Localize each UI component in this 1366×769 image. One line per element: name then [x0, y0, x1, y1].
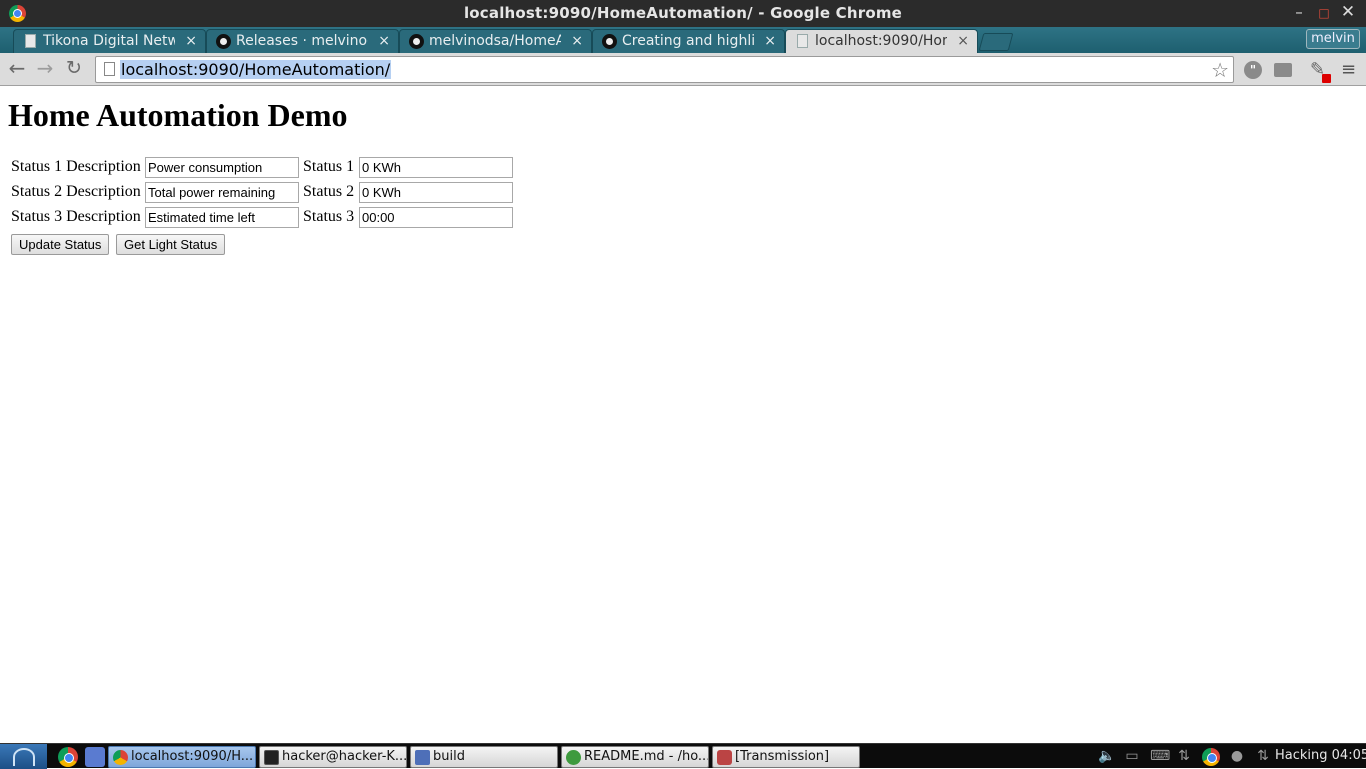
taskbar-item-label: build	[433, 749, 465, 764]
back-button[interactable]: ←	[6, 57, 28, 79]
tab-close-icon[interactable]: ×	[185, 30, 197, 52]
github-icon	[602, 34, 617, 49]
pen-extension-icon[interactable]: ✎	[1310, 61, 1331, 83]
taskbar-item-label: README.md - /ho...	[584, 749, 709, 764]
status-value-input[interactable]	[359, 182, 513, 203]
taskbar-item-label: [Transmission]	[735, 749, 830, 764]
tab-close-icon[interactable]: ×	[764, 30, 776, 52]
profile-button[interactable]: melvin	[1306, 29, 1360, 49]
status-description-input[interactable]	[145, 157, 299, 178]
close-window-button[interactable]: ✕	[1338, 2, 1358, 22]
chrome-tray-icon[interactable]	[1202, 748, 1220, 766]
tab-close-icon[interactable]: ×	[957, 30, 969, 52]
tab-label: Creating and highlig	[622, 33, 754, 49]
github-icon	[216, 34, 231, 49]
quote-extension-icon[interactable]: "	[1244, 61, 1262, 79]
tab-localhost[interactable]: localhost:9090/Hom ×	[785, 29, 978, 53]
status-label: Status 3	[303, 208, 355, 225]
taskbar: localhost:9090/H... hacker@hacker-K... b…	[0, 743, 1366, 769]
tab-label: melvinodsa/HomeAu	[429, 33, 561, 49]
window-title-bar: localhost:9090/HomeAutomation/ - Google …	[0, 0, 1366, 27]
taskbar-item-label: localhost:9090/H...	[131, 749, 254, 764]
taskbar-item-transmission[interactable]: [Transmission]	[712, 746, 860, 768]
tab-label: Tikona Digital Netwo	[43, 33, 175, 49]
editor-icon	[566, 750, 581, 765]
volume-icon[interactable]: 🔈	[1098, 749, 1115, 763]
start-menu-button[interactable]	[0, 744, 47, 769]
menu-icon[interactable]: ≡	[1341, 61, 1359, 79]
address-bar[interactable]: localhost:9090/HomeAutomation/ ☆	[95, 56, 1234, 83]
page-title: Home Automation Demo	[8, 97, 348, 133]
battery-icon[interactable]: ▭	[1124, 749, 1140, 763]
taskbar-item-readme[interactable]: README.md - /ho...	[561, 746, 709, 768]
browser-toolbar: ← → ↻ localhost:9090/HomeAutomation/ ☆ "…	[0, 53, 1366, 86]
minimize-button[interactable]: –	[1289, 3, 1309, 21]
transfer-icon[interactable]: ⇅	[1255, 749, 1271, 763]
keyboard-icon[interactable]: ⌨	[1150, 749, 1170, 763]
tab-strip: Tikona Digital Netwo × Releases · melvin…	[0, 27, 1366, 53]
status-value-input[interactable]	[359, 207, 513, 228]
doc-icon	[25, 34, 36, 48]
forward-button[interactable]: →	[34, 57, 56, 79]
taskbar-item-chrome[interactable]: localhost:9090/H...	[108, 746, 256, 768]
tab-tikona[interactable]: Tikona Digital Netwo ×	[13, 29, 206, 53]
transmission-icon	[717, 750, 732, 765]
status-label: Status 2	[303, 183, 355, 200]
clock[interactable]: Hacking 04:05	[1275, 748, 1366, 763]
status-description-label: Status 1 Description	[11, 158, 141, 175]
taskbar-item-label: hacker@hacker-K...	[282, 749, 407, 764]
doc-icon	[797, 34, 808, 48]
tab-creating[interactable]: Creating and highlig ×	[592, 29, 785, 53]
taskbar-item-terminal[interactable]: hacker@hacker-K...	[259, 746, 407, 768]
tab-close-icon[interactable]: ×	[378, 30, 390, 52]
new-tab-button[interactable]	[978, 33, 1014, 51]
folder-icon	[415, 750, 430, 765]
tab-label: localhost:9090/Hom	[815, 33, 947, 49]
bookmark-star-icon[interactable]: ☆	[1211, 58, 1229, 82]
tab-releases[interactable]: Releases · melvinods ×	[206, 29, 399, 53]
file-manager-launcher-icon[interactable]	[85, 747, 105, 767]
page-content: Home Automation Demo Status 1 Descriptio…	[0, 87, 1366, 743]
tab-homeautomation-repo[interactable]: melvinodsa/HomeAu ×	[399, 29, 592, 53]
network-icon[interactable]: ⇅	[1176, 749, 1192, 763]
window-title: localhost:9090/HomeAutomation/ - Google …	[463, 4, 903, 22]
status-description-label: Status 2 Description	[11, 183, 141, 200]
status-description-input[interactable]	[145, 207, 299, 228]
status-description-label: Status 3 Description	[11, 208, 141, 225]
taskbar-item-build[interactable]: build	[410, 746, 558, 768]
chrome-launcher-icon[interactable]	[58, 747, 78, 767]
extension-badge	[1322, 74, 1331, 83]
status-description-input[interactable]	[145, 182, 299, 203]
reload-button[interactable]: ↻	[63, 57, 85, 79]
url-text[interactable]: localhost:9090/HomeAutomation/	[120, 60, 392, 79]
status-label: Status 1	[303, 158, 355, 175]
status-value-input[interactable]	[359, 157, 513, 178]
keyboard-extension-icon[interactable]	[1274, 63, 1292, 77]
github-icon	[409, 34, 424, 49]
tab-close-icon[interactable]: ×	[571, 30, 583, 52]
get-light-status-button[interactable]: Get Light Status	[116, 234, 226, 255]
terminal-icon	[264, 750, 279, 765]
page-icon	[104, 62, 115, 76]
maximize-button[interactable]: □	[1314, 6, 1334, 20]
chat-icon[interactable]: ●	[1229, 749, 1245, 763]
update-status-button[interactable]: Update Status	[11, 234, 110, 255]
chrome-icon	[113, 750, 128, 765]
tab-label: Releases · melvinods	[236, 33, 368, 49]
